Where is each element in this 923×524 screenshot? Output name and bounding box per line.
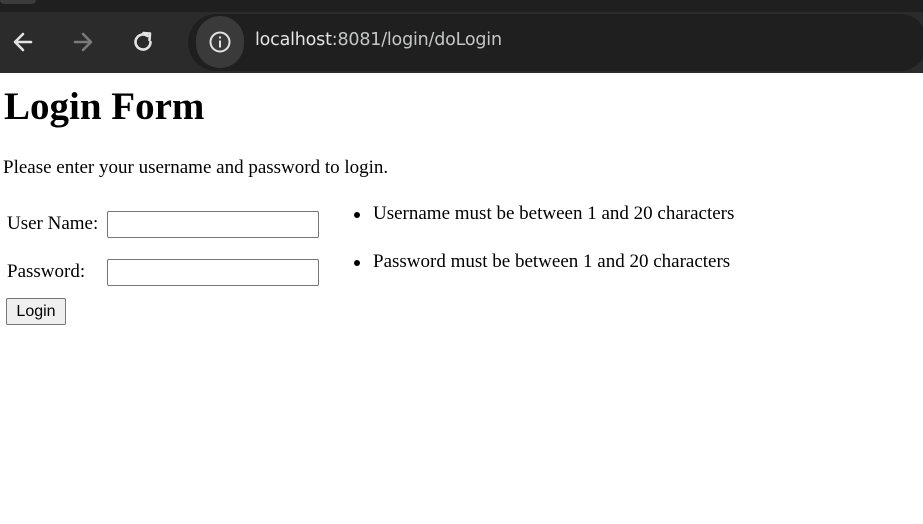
info-icon: [209, 31, 231, 53]
password-error: Password must be between 1 and 20 charac…: [373, 251, 731, 272]
url-text[interactable]: localhost:8081/login/doLogin: [255, 30, 502, 50]
bullet: [354, 212, 360, 218]
reload-button[interactable]: [125, 24, 161, 60]
back-button[interactable]: [5, 24, 41, 60]
intro-text: Please enter your username and password …: [3, 157, 389, 178]
tab[interactable]: [0, 0, 36, 4]
arrow-right-icon: [73, 32, 93, 52]
username-label: User Name:: [7, 213, 99, 234]
login-button[interactable]: Login: [6, 298, 66, 325]
browser-toolbar: localhost:8081/login/doLogin: [0, 12, 923, 73]
tab-strip: [0, 0, 923, 12]
username-input[interactable]: [107, 211, 319, 238]
site-info-button[interactable]: [196, 16, 244, 68]
password-input[interactable]: [107, 259, 319, 286]
username-error: Username must be between 1 and 20 charac…: [373, 203, 735, 224]
page-title: Login Form: [4, 85, 205, 128]
url-path: :8081/login/doLogin: [331, 30, 502, 50]
reload-icon: [134, 31, 152, 51]
forward-button[interactable]: [65, 24, 101, 60]
arrow-left-icon: [13, 32, 33, 52]
url-host: localhost: [255, 30, 332, 50]
bullet: [354, 260, 360, 266]
password-label: Password:: [7, 261, 86, 282]
